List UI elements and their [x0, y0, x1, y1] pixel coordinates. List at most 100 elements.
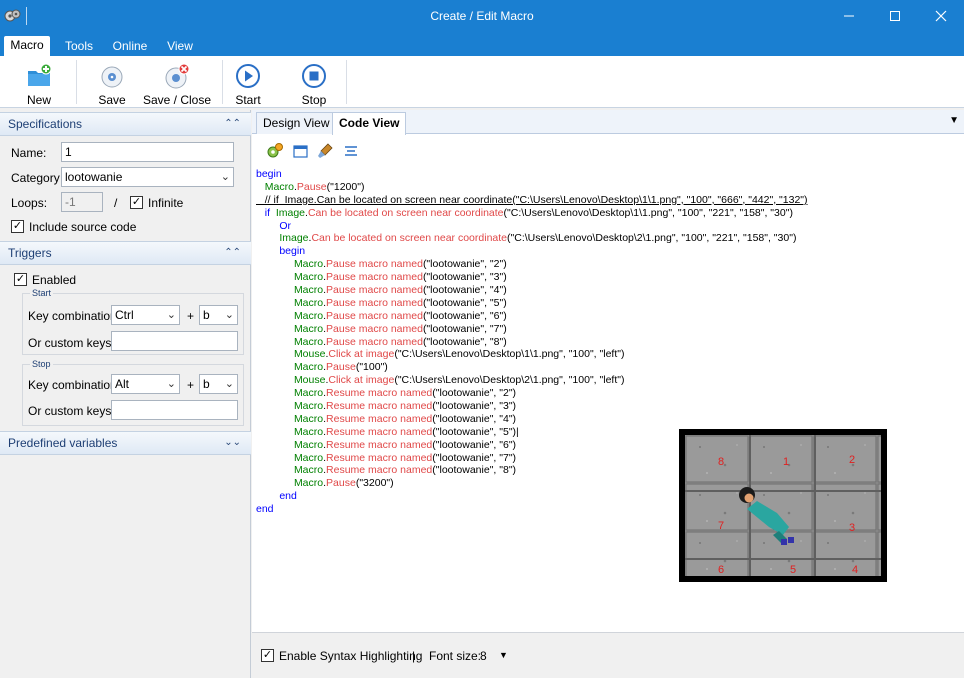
code-line[interactable]: Macro.Pause macro named("lootowanie", "6…: [256, 310, 960, 323]
document-icon[interactable]: [292, 142, 310, 160]
run-gears-icon[interactable]: [266, 142, 284, 160]
close-button[interactable]: [918, 0, 964, 32]
code-line[interactable]: Macro.Pause("100"): [256, 361, 960, 374]
code-token: ("lootowanie", "7"): [432, 451, 517, 464]
code-token: end: [256, 490, 297, 503]
ribbon-tabs: Macro Tools Online View: [0, 32, 964, 56]
code-line[interactable]: Macro.Pause macro named("lootowanie", "2…: [256, 258, 960, 271]
specifications-header[interactable]: Specifications ⌃⌃: [0, 112, 251, 136]
code-line[interactable]: Macro.Resume macro named("lootowanie", "…: [256, 387, 960, 400]
stop-key-value: b: [203, 377, 210, 391]
stop-group-label: Stop: [30, 359, 53, 369]
code-line[interactable]: Macro.Pause macro named("lootowanie", "3…: [256, 271, 960, 284]
triggers-title: Triggers: [8, 246, 52, 260]
tabs-menu-dropdown-icon[interactable]: ▼: [949, 115, 959, 126]
brush-icon[interactable]: [316, 142, 334, 160]
code-token: Resume macro named: [326, 412, 433, 425]
triggers-header[interactable]: Triggers ⌃⌃: [0, 241, 251, 265]
code-line[interactable]: if Image.Can be located on screen near c…: [256, 207, 960, 220]
code-token: Macro: [293, 412, 324, 425]
stop-modifier-dropdown[interactable]: Alt ⌄: [111, 374, 180, 394]
start-key-combination-label: Key combination:: [28, 309, 121, 323]
code-toolbar: [252, 136, 964, 166]
code-token: Resume macro named: [326, 387, 433, 400]
predefined-variables-header[interactable]: Predefined variables ⌄⌄: [0, 431, 251, 455]
code-token: Resume macro named: [326, 438, 433, 451]
enabled-label: Enabled: [32, 273, 77, 287]
code-token: ("lootowanie", "5")|: [432, 425, 519, 438]
code-line[interactable]: Macro.Resume macro named("lootowanie", "…: [256, 400, 960, 413]
format-code-icon[interactable]: [342, 142, 360, 160]
start-button[interactable]: Start: [228, 56, 268, 108]
left-panel: Specifications ⌃⌃ Name: 1 Category looto…: [0, 110, 251, 678]
code-line[interactable]: Or: [256, 220, 960, 233]
name-label: Name:: [11, 146, 47, 160]
code-line[interactable]: Macro.Pause macro named("lootowanie", "5…: [256, 297, 960, 310]
code-line[interactable]: Macro.Pause("1200"): [256, 181, 960, 194]
code-token: ("C:\Users\Lenovo\Desktop\1\1.png", "100…: [503, 206, 793, 219]
infinite-checkbox[interactable]: ✓: [130, 196, 143, 209]
code-line[interactable]: begin: [256, 168, 960, 181]
font-size-dropdown-icon[interactable]: ▼: [499, 650, 508, 660]
save-button[interactable]: Save: [90, 56, 134, 108]
code-token: ("lootowanie", "3"): [432, 400, 517, 413]
code-token: Macro: [293, 400, 324, 413]
code-line[interactable]: Mouse.Click at image("C:\Users\Lenovo\De…: [256, 374, 960, 387]
save-close-label: Save / Close: [142, 93, 212, 107]
tab-code-view[interactable]: Code View: [332, 112, 407, 135]
code-token: Image: [279, 232, 309, 245]
start-modifier-dropdown[interactable]: Ctrl ⌄: [111, 305, 180, 325]
stop-key-dropdown[interactable]: b ⌄: [199, 374, 238, 394]
tab-design-view[interactable]: Design View: [256, 112, 337, 134]
code-line[interactable]: Mouse.Click at image("C:\Users\Lenovo\De…: [256, 348, 960, 361]
collapse-up-icon[interactable]: ⌃⌃: [224, 242, 241, 264]
tab-macro[interactable]: Macro: [4, 36, 50, 56]
tile-number: 4: [852, 564, 858, 576]
code-token: Pause macro named: [326, 284, 423, 297]
loops-label: Loops:: [11, 196, 48, 210]
code-line[interactable]: Macro.Pause macro named("lootowanie", "8…: [256, 336, 960, 349]
stop-button[interactable]: Stop: [294, 56, 334, 108]
code-line[interactable]: Macro.Pause macro named("lootowanie", "7…: [256, 323, 960, 336]
syntax-highlighting-checkbox[interactable]: ✓: [261, 649, 274, 662]
tab-view[interactable]: View: [162, 38, 198, 56]
code-token: ("lootowanie", "8"): [422, 335, 507, 348]
code-line[interactable]: Macro.Pause macro named("lootowanie", "4…: [256, 284, 960, 297]
code-token: Pause: [326, 361, 356, 374]
new-button[interactable]: New: [14, 56, 64, 108]
start-custom-keys-label: Or custom keys:: [28, 336, 115, 350]
expand-down-icon[interactable]: ⌄⌄: [224, 432, 241, 454]
minimize-button[interactable]: [826, 0, 872, 32]
chevron-down-icon: ⌄: [224, 378, 234, 390]
tab-online[interactable]: Online: [108, 38, 152, 56]
code-line[interactable]: begin: [256, 245, 960, 258]
loops-input[interactable]: -1: [61, 192, 103, 212]
maximize-button[interactable]: [872, 0, 918, 32]
enabled-checkbox[interactable]: ✓: [14, 273, 27, 286]
collapse-up-icon[interactable]: ⌃⌃: [224, 113, 241, 135]
font-size-value[interactable]: 8: [480, 649, 487, 663]
include-source-checkbox[interactable]: ✓: [11, 220, 24, 233]
tab-tools[interactable]: Tools: [58, 38, 100, 56]
code-token: Macro: [293, 361, 324, 374]
code-token: Macro: [293, 258, 324, 271]
start-custom-keys-input[interactable]: [111, 331, 238, 351]
code-token: ("100"): [355, 361, 388, 374]
code-line[interactable]: Macro.Resume macro named("lootowanie", "…: [256, 413, 960, 426]
save-close-button[interactable]: Save / Close: [140, 56, 214, 108]
code-line[interactable]: Image.Can be located on screen near coor…: [256, 232, 960, 245]
name-input[interactable]: 1: [61, 142, 234, 162]
code-token: Macro: [293, 335, 324, 348]
code-line[interactable]: // if Image.Can be located on screen nea…: [256, 194, 960, 207]
category-dropdown[interactable]: lootowanie ⌄: [61, 167, 234, 187]
start-key-dropdown[interactable]: b ⌄: [199, 305, 238, 325]
stop-custom-keys-input[interactable]: [111, 400, 238, 420]
code-token: Macro: [293, 284, 324, 297]
code-token: ("lootowanie", "7"): [422, 322, 507, 335]
code-token: Image: [275, 206, 306, 219]
